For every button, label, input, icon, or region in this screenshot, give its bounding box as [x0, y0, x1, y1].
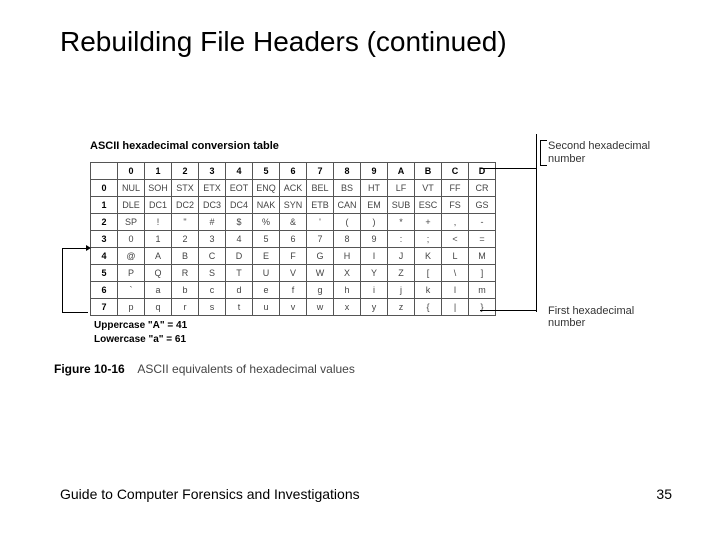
table-title: ASCII hexadecimal conversion table	[90, 140, 279, 152]
arrow-line	[62, 312, 88, 313]
ascii-table: 0123456789ABCD0NULSOHSTXETXEOTENQACKBELB…	[90, 162, 496, 316]
figure-caption: Figure 10-16 ASCII equivalents of hexade…	[54, 362, 355, 376]
separator-line	[536, 134, 537, 312]
note-lower: Lowercase "a" = 61	[94, 334, 186, 345]
arrow-tip-icon	[86, 245, 91, 251]
callout-second: Second hexadecimal number	[548, 140, 650, 166]
callout-first: First hexadecimal number	[548, 305, 670, 329]
figure-caption-text: ASCII equivalents of hexadecimal values	[137, 362, 354, 376]
figure-area: ASCII hexadecimal conversion table 01234…	[50, 130, 670, 380]
lead-line	[480, 168, 536, 169]
arrow-line	[62, 248, 88, 249]
note-upper: Uppercase "A" = 41	[94, 320, 187, 331]
page-number: 35	[656, 486, 672, 502]
arrow-line	[62, 248, 63, 312]
slide: Rebuilding File Headers (continued) ASCI…	[0, 0, 720, 540]
slide-title: Rebuilding File Headers (continued)	[60, 26, 507, 58]
figure-number: Figure 10-16	[54, 362, 125, 376]
lead-line	[480, 310, 536, 311]
bracket-icon	[540, 140, 547, 166]
footer-left: Guide to Computer Forensics and Investig…	[60, 486, 360, 502]
